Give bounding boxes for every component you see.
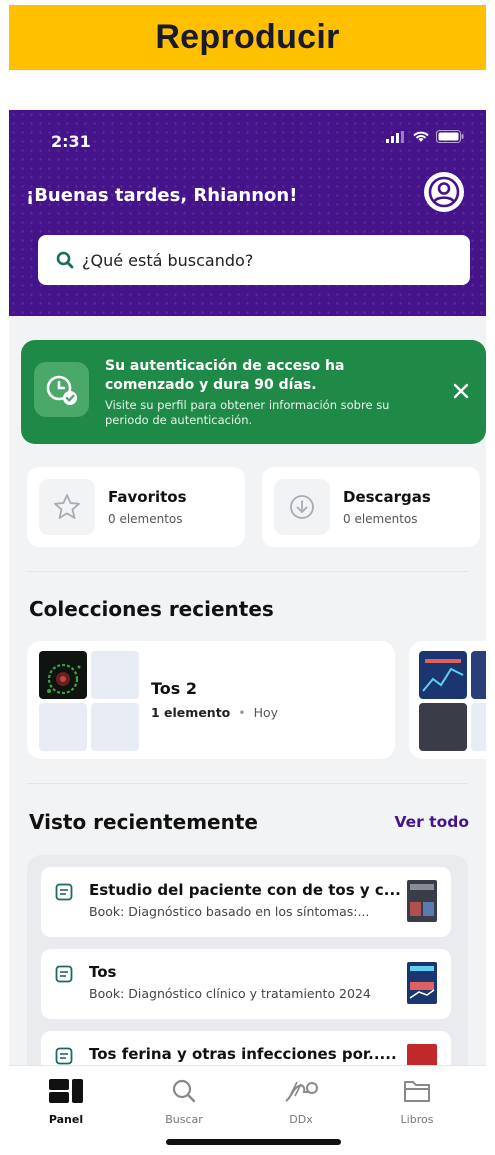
- empty-thumbnail: [471, 703, 486, 751]
- tab-buscar[interactable]: Buscar: [144, 1078, 224, 1126]
- recent-item-subtitle: Book: Diagnóstico clínico y tratamiento …: [89, 986, 371, 1001]
- profile-icon: [428, 176, 460, 208]
- search-placeholder: ¿Qué está buscando?: [82, 250, 254, 270]
- tab-label: Buscar: [165, 1113, 203, 1126]
- folder-icon: [404, 1081, 430, 1102]
- recent-item-title: Estudio del paciente con de tos y c...: [89, 881, 401, 899]
- document-icon: [55, 1047, 73, 1065]
- status-icons: [386, 130, 464, 143]
- header: 2:31 ¡Buenas tardes, Rhiannon! ¿Qué está…: [9, 110, 486, 316]
- empty-thumbnail: [91, 703, 139, 751]
- downloads-card[interactable]: Descargas 0 elementos: [262, 467, 480, 547]
- ddx-icon: [285, 1081, 318, 1102]
- tab-label: DDx: [289, 1113, 313, 1126]
- greeting: ¡Buenas tardes, Rhiannon!: [26, 185, 298, 206]
- tab-ddx[interactable]: DDx: [261, 1078, 341, 1126]
- divider: [27, 783, 468, 784]
- meta-separator: •: [238, 705, 246, 720]
- collection-meta: 1 elemento • Hoy: [151, 705, 278, 720]
- access-notice: Su autenticación de acceso ha comenzado …: [21, 340, 486, 444]
- book-cover-thumbnail: [419, 651, 467, 699]
- document-icon: [55, 883, 73, 901]
- collection-card-partial[interactable]: [409, 641, 486, 759]
- collection-title: Tos 2: [151, 679, 198, 698]
- home-indicator: [166, 1139, 341, 1145]
- recent-item[interactable]: Tos Book: Diagnóstico clínico y tratamie…: [41, 949, 451, 1019]
- reproduce-banner: Reproducir: [9, 5, 486, 70]
- tab-panel[interactable]: Panel: [26, 1078, 106, 1126]
- search-input[interactable]: ¿Qué está buscando?: [38, 235, 470, 285]
- notice-title: Su autenticación de acceso ha comenzado …: [105, 358, 345, 393]
- close-notice-button[interactable]: [450, 380, 472, 402]
- download-icon: [274, 479, 330, 535]
- wifi-icon: [413, 131, 429, 142]
- collection-count: 1 elemento: [151, 705, 231, 720]
- recent-title: Visto recientemente: [29, 810, 258, 834]
- search-icon: [172, 1079, 196, 1103]
- recent-item-title: Tos ferina y otras infecciones por.....: [89, 1045, 397, 1063]
- app-screen: 2:31 ¡Buenas tardes, Rhiannon! ¿Qué está…: [9, 110, 486, 1155]
- collections-title: Colecciones recientes: [29, 597, 274, 621]
- status-time: 2:31: [51, 132, 91, 151]
- book-cover-thumbnail: [407, 880, 437, 922]
- empty-thumbnail: [91, 651, 139, 699]
- tab-label: Libros: [400, 1113, 434, 1126]
- see-all-link[interactable]: Ver todo: [394, 813, 469, 831]
- divider: [27, 571, 468, 572]
- recent-item-subtitle: Book: Diagnóstico basado en los síntomas…: [89, 904, 370, 919]
- banner-label: Reproducir: [155, 18, 340, 56]
- favorites-title: Favoritos: [108, 488, 187, 506]
- recent-item-title: Tos: [89, 963, 117, 981]
- document-icon: [55, 965, 73, 983]
- battery-icon: [436, 130, 464, 143]
- dashboard-icon: [49, 1079, 83, 1103]
- notice-subtitle: Visite su perfil para obtener informació…: [105, 398, 390, 427]
- favorites-card[interactable]: Favoritos 0 elementos: [27, 467, 245, 547]
- clock-check-icon: [34, 362, 89, 417]
- downloads-count: 0 elementos: [343, 512, 418, 526]
- empty-thumbnail: [39, 703, 87, 751]
- book-cover-thumbnail: [471, 651, 486, 699]
- profile-button[interactable]: [424, 172, 464, 212]
- collection-card[interactable]: Tos 2 1 elemento • Hoy: [27, 641, 395, 759]
- favorites-count: 0 elementos: [108, 512, 183, 526]
- search-icon: [56, 251, 74, 269]
- close-icon: [453, 383, 469, 399]
- recent-item[interactable]: Estudio del paciente con de tos y c... B…: [41, 867, 451, 937]
- book-cover-thumbnail: [419, 703, 467, 751]
- tab-libros[interactable]: Libros: [377, 1078, 457, 1126]
- book-cover-thumbnail: [39, 651, 87, 699]
- downloads-title: Descargas: [343, 488, 431, 506]
- tab-bar: Panel Buscar DDx Libros: [9, 1065, 486, 1155]
- signal-icon: [386, 130, 404, 143]
- collection-date: Hoy: [253, 705, 279, 720]
- book-cover-thumbnail: [407, 962, 437, 1004]
- star-icon: [39, 479, 95, 535]
- tab-label: Panel: [48, 1113, 84, 1126]
- collection-thumbnails: [39, 651, 139, 751]
